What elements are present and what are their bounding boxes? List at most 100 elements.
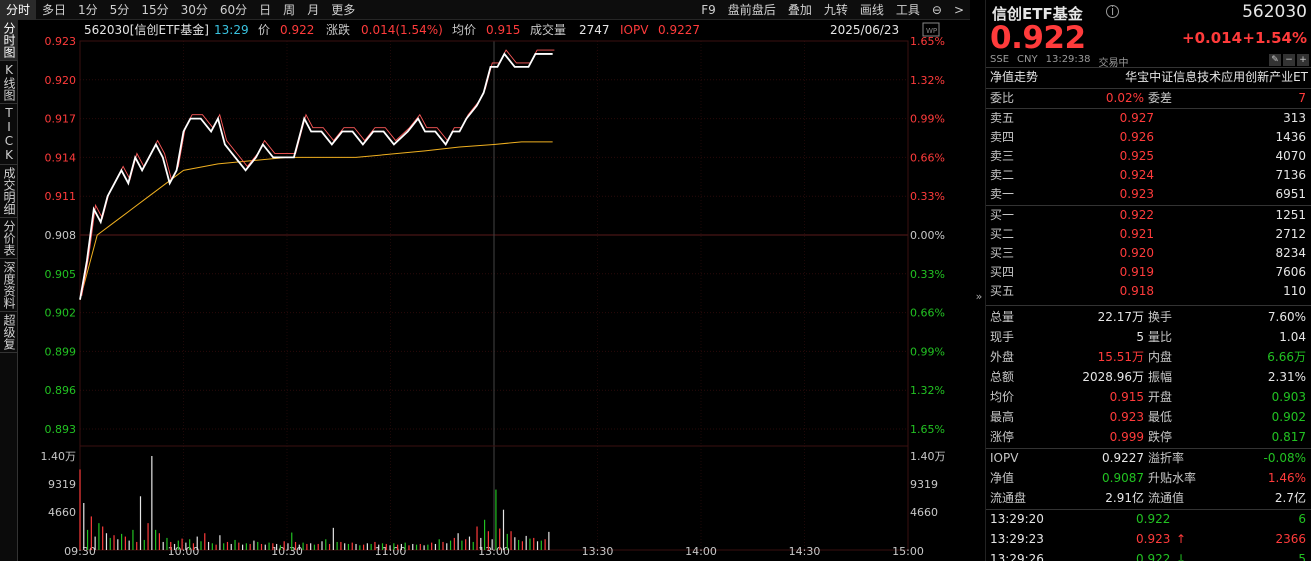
tab-5[interactable]: 30分 bbox=[175, 0, 214, 20]
tab-4[interactable]: 15分 bbox=[135, 0, 174, 20]
intraday-chart[interactable]: 562030[信创ETF基金] 13:29 价 0.922 涨跌 0.014(1.54%)… bbox=[18, 20, 973, 561]
sidebar-item-3[interactable]: 成交明细 bbox=[0, 165, 18, 218]
bid-row: 买二 0.921 2712 bbox=[986, 225, 1311, 244]
vol-tick-left: 9319 bbox=[48, 478, 76, 491]
last-price: 0.922 bbox=[990, 20, 1086, 56]
stat-label: 跌停 bbox=[1148, 430, 1173, 444]
sidebar-item-0[interactable]: 分时图 bbox=[0, 20, 18, 61]
y-tick-right: 1.32% bbox=[910, 384, 945, 397]
stat-row: 涨停 0.999 跌停 0.817 bbox=[986, 428, 1311, 447]
ask-price: 0.923 bbox=[1119, 187, 1154, 201]
price-line bbox=[79, 52, 553, 300]
menu-icon[interactable]: ⊖ bbox=[926, 0, 948, 20]
x-tick: 10:30 bbox=[271, 545, 303, 558]
tick-qty: 5 bbox=[1298, 552, 1306, 561]
tick-time: 13:29:20 bbox=[990, 512, 1044, 526]
y-tick-right: 0.99% bbox=[910, 345, 945, 358]
bid-row: 买四 0.919 7606 bbox=[986, 263, 1311, 282]
info-avg: 0.915 bbox=[486, 23, 520, 37]
edit-icon[interactable]: ✎ bbox=[1269, 54, 1281, 66]
ask-label: 卖一 bbox=[990, 187, 1015, 201]
stat-row: 最高 0.923 最低 0.902 bbox=[986, 408, 1311, 427]
tick-time: 13:29:23 bbox=[990, 532, 1044, 546]
y-tick-right: 0.66% bbox=[910, 151, 945, 164]
divider bbox=[986, 305, 1311, 306]
wc-label: 委差 bbox=[1148, 91, 1173, 105]
stat-value: 0.903 bbox=[1271, 390, 1306, 404]
y-tick-right: 1.32% bbox=[910, 74, 945, 87]
stat2-value: 2.91亿 bbox=[1105, 491, 1144, 505]
bid-label: 买二 bbox=[990, 227, 1015, 241]
stat2-label: 流通值 bbox=[1148, 491, 1185, 505]
stat2-label: IOPV bbox=[990, 451, 1019, 465]
toolbar-item-3[interactable]: 九转 bbox=[818, 0, 854, 20]
minus-icon[interactable]: − bbox=[1283, 54, 1295, 66]
price-change-pct: +1.54% bbox=[1242, 29, 1307, 47]
vol-tick-right: 4660 bbox=[910, 506, 938, 519]
sidebar-item-2[interactable]: TICK bbox=[0, 104, 18, 165]
stat2-label: 流通盘 bbox=[990, 491, 1027, 505]
price-line-thin bbox=[81, 49, 555, 296]
bid-qty: 2712 bbox=[1275, 227, 1306, 241]
sidebar-item-5[interactable]: 深度资料 bbox=[0, 259, 18, 312]
tab-9[interactable]: 月 bbox=[301, 0, 325, 20]
chevron-right-icon[interactable]: > bbox=[948, 0, 970, 20]
bid-label: 买五 bbox=[990, 284, 1015, 298]
toolbar-item-4[interactable]: 画线 bbox=[854, 0, 890, 20]
x-tick: 14:30 bbox=[789, 545, 821, 558]
bid-row: 买五 0.918 110 bbox=[986, 282, 1311, 301]
ask-row: 卖二 0.924 7136 bbox=[986, 166, 1311, 185]
toolbar-item-2[interactable]: 叠加 bbox=[782, 0, 818, 20]
stat-value: 0.817 bbox=[1271, 430, 1306, 444]
toolbar-item-0[interactable]: F9 bbox=[695, 0, 722, 20]
tab-2[interactable]: 1分 bbox=[72, 0, 104, 20]
stat2-label: 净值 bbox=[990, 471, 1015, 485]
ask-row: 卖四 0.926 1436 bbox=[986, 128, 1311, 147]
tick-price: 0.923 bbox=[1136, 532, 1171, 546]
tab-1[interactable]: 多日 bbox=[36, 0, 72, 20]
stat2-value: 0.9087 bbox=[1102, 471, 1144, 485]
tab-10[interactable]: 更多 bbox=[325, 0, 361, 20]
tab-0[interactable]: 分时 bbox=[0, 0, 37, 20]
info-icon[interactable]: i bbox=[1106, 5, 1119, 18]
ask-label: 卖五 bbox=[990, 111, 1015, 125]
stat2-row: 净值 0.9087 升贴水率 1.46% bbox=[986, 469, 1311, 488]
ask-price: 0.927 bbox=[1119, 111, 1154, 125]
stat-row: 外盘 15.51万 内盘 6.66万 bbox=[986, 348, 1311, 367]
bid-price: 0.922 bbox=[1119, 208, 1154, 222]
tab-7[interactable]: 日 bbox=[253, 0, 277, 20]
y-tick-right: 1.65% bbox=[910, 423, 945, 436]
sidebar-item-6[interactable]: 超级复 bbox=[0, 312, 18, 353]
plus-icon[interactable]: + bbox=[1297, 54, 1309, 66]
chart-svg[interactable]: 562030[信创ETF基金] 13:29 价 0.922 涨跌 0.014(1.54%)… bbox=[18, 20, 973, 561]
stat-row: 现手 5 量比 1.04 bbox=[986, 328, 1311, 347]
stat2-value: 2.7亿 bbox=[1274, 491, 1306, 505]
tab-8[interactable]: 周 bbox=[277, 0, 301, 20]
toolbar-right: F9 盘前盘后 叠加 九转 画线 工具 ⊖ > bbox=[695, 0, 970, 20]
collapse-panel-icon[interactable]: » bbox=[973, 290, 985, 303]
stat-label: 内盘 bbox=[1148, 350, 1173, 364]
stat2-value: 0.9227 bbox=[1102, 451, 1144, 465]
info-vol-label: 成交量 bbox=[530, 22, 566, 37]
sidebar-item-4[interactable]: 分价表 bbox=[0, 218, 18, 259]
x-tick: 13:30 bbox=[582, 545, 614, 558]
toolbar-item-5[interactable]: 工具 bbox=[890, 0, 926, 20]
info-price-label: 价 bbox=[258, 23, 270, 37]
toolbar-item-1[interactable]: 盘前盘后 bbox=[722, 0, 782, 20]
ask-label: 卖四 bbox=[990, 130, 1015, 144]
y-tick-left: 0.893 bbox=[45, 423, 77, 436]
sidebar-item-1[interactable]: K线图 bbox=[0, 61, 18, 104]
stat2-row: IOPV 0.9227 溢折率 -0.08% bbox=[986, 449, 1311, 468]
ask-row: 卖五 0.927 313 bbox=[986, 109, 1311, 128]
vol-tick-right: 1.40万 bbox=[910, 450, 946, 463]
stat-row: 总量 22.17万 换手 7.60% bbox=[986, 308, 1311, 327]
stat-value: 0.999 bbox=[1109, 430, 1144, 444]
y-tick-left: 0.902 bbox=[45, 307, 77, 320]
info-date: 2025/06/23 bbox=[830, 23, 899, 37]
tab-3[interactable]: 5分 bbox=[104, 0, 136, 20]
stat-value: 2.31% bbox=[1267, 370, 1306, 384]
bid-qty: 110 bbox=[1283, 284, 1306, 298]
stat-row: 总额 2028.96万 振幅 2.31% bbox=[986, 368, 1311, 387]
x-tick: 14:00 bbox=[685, 545, 717, 558]
tab-6[interactable]: 60分 bbox=[214, 0, 253, 20]
